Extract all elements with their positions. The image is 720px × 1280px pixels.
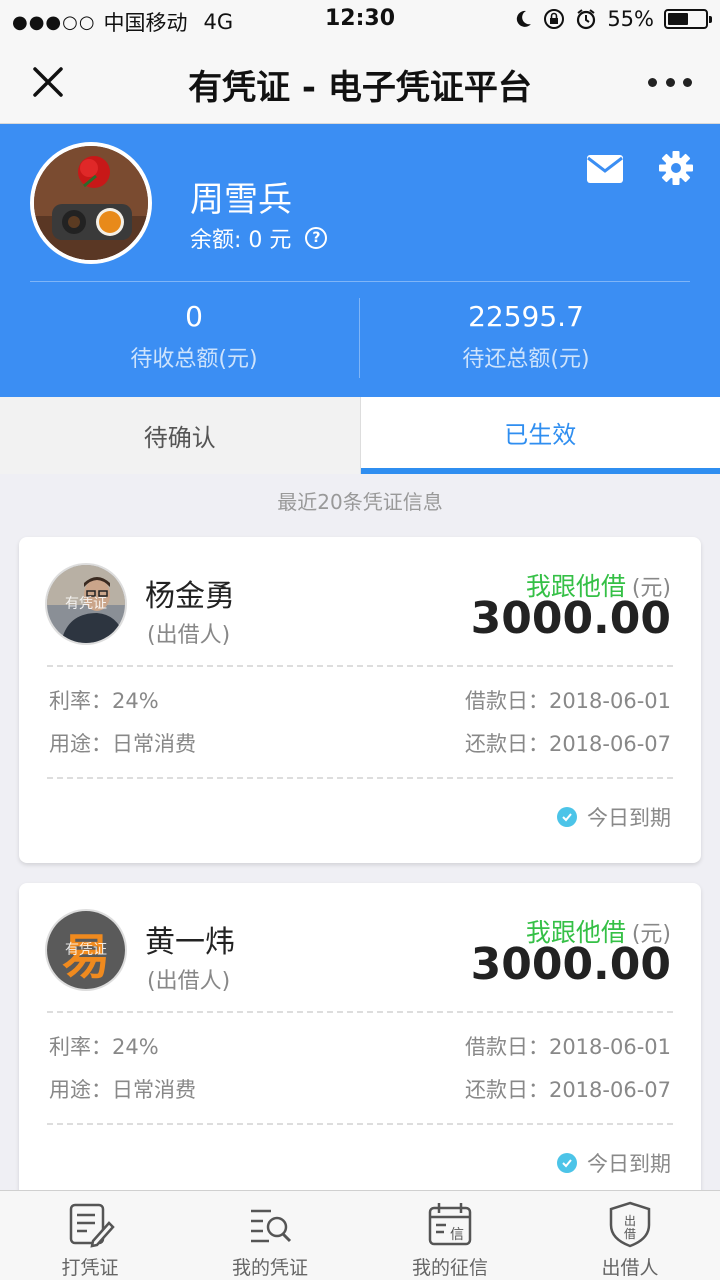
divider (47, 665, 673, 667)
tab-bar: 待确认 已生效 (0, 397, 720, 474)
interest-rate: 利率：24% (49, 1035, 159, 1059)
divider (47, 777, 673, 779)
tab-effective[interactable]: 已生效 (360, 397, 720, 474)
receivable-value: 0 (185, 300, 203, 333)
status-right: 55% (513, 7, 712, 31)
lender-role: (出借人) (147, 969, 231, 994)
nav-label: 打凭证 (61, 1257, 119, 1279)
tab-pending[interactable]: 待确认 (0, 397, 361, 474)
divider (47, 1123, 673, 1125)
stat-payable[interactable]: 22595.7 待还总额(元) (346, 300, 706, 373)
nav-bar: 有凭证 - 电子凭证平台 (0, 40, 720, 124)
due-text: 今日到期 (587, 806, 671, 830)
bottom-nav: 打凭证 我的凭证 信 我的征信 出 借 出借人 (0, 1190, 720, 1280)
nav-label: 出借人 (601, 1257, 659, 1279)
stat-receivable[interactable]: 0 待收总额(元) (14, 300, 374, 373)
repay-date: 还款日：2018-06-07 (464, 732, 671, 756)
balance-text: 余额: 0 元 (190, 228, 292, 253)
due-status: 今日到期 (557, 1148, 671, 1178)
page-title: 有凭证 - 电子凭证平台 (188, 68, 532, 108)
battery-percent: 55% (607, 7, 654, 31)
payable-label: 待还总额(元) (462, 347, 590, 372)
loan-purpose: 用途：日常消费 (49, 732, 196, 756)
write-voucher-icon (69, 1203, 115, 1248)
status-bar: ●●●○○ 中国移动 4G 12:30 55% (0, 0, 720, 40)
due-status: 今日到期 (557, 802, 671, 832)
balance-row: 余额: 0 元 ? (190, 222, 328, 254)
loan-date: 借款日：2018-06-01 (464, 1035, 671, 1059)
svg-text:出: 出 (624, 1214, 636, 1228)
user-name: 周雪兵 (190, 180, 292, 220)
check-icon (557, 1153, 577, 1173)
moon-icon (517, 10, 532, 27)
nav-item-my-vouchers[interactable]: 我的凭证 (180, 1191, 360, 1280)
receivable-label: 待收总额(元) (130, 347, 258, 372)
lender-shield-icon: 出 借 (609, 1201, 651, 1248)
lender-name: 黄一炜 (145, 925, 235, 960)
nav-item-write-voucher[interactable]: 打凭证 (0, 1191, 180, 1280)
due-text: 今日到期 (587, 1152, 671, 1176)
more-menu-icon[interactable] (648, 64, 692, 100)
voucher-card[interactable]: 易 有凭证 黄一炜 (出借人) 我跟他借 (元) 3000.00 利率：24% 借… (19, 883, 701, 1209)
voucher-search-icon (251, 1209, 292, 1243)
loan-amount: 3000.00 (470, 939, 671, 990)
payable-value: 22595.7 (468, 300, 584, 333)
nav-label: 我的征信 (411, 1257, 488, 1279)
check-icon (557, 807, 577, 827)
lender-name: 杨金勇 (145, 579, 235, 614)
gear-icon[interactable] (658, 150, 694, 186)
avatar-image (34, 146, 148, 260)
header-divider (30, 281, 690, 282)
avatar[interactable] (30, 142, 152, 264)
svg-text:借: 借 (624, 1227, 636, 1241)
profile-header: 周雪兵 余额: 0 元 ? 0 待收总额(元) 22595.7 待还总额(元) (0, 124, 720, 397)
battery-level (668, 13, 688, 25)
alarm-icon (577, 9, 596, 30)
loan-amount: 3000.00 (470, 593, 671, 644)
voucher-card[interactable]: 有凭证 杨金勇 (出借人) 我跟他借 (元) 3000.00 利率：24% 借款日… (19, 537, 701, 863)
lender-avatar: 有凭证 (47, 565, 125, 643)
loan-purpose: 用途：日常消费 (49, 1078, 196, 1102)
avatar-watermark: 有凭证 (65, 942, 107, 958)
divider (47, 1011, 673, 1013)
mail-icon[interactable] (586, 154, 624, 184)
loan-date: 借款日：2018-06-01 (464, 689, 671, 713)
lender-avatar: 易 有凭证 (47, 911, 125, 989)
interest-rate: 利率：24% (49, 689, 159, 713)
nav-item-lender[interactable]: 出 借 出借人 (540, 1191, 720, 1280)
nav-label: 我的凭证 (231, 1257, 308, 1279)
help-icon[interactable]: ? (305, 227, 328, 249)
rotation-lock-icon (544, 9, 565, 29)
svg-text:信: 信 (450, 1227, 464, 1243)
nav-item-my-credit[interactable]: 信 我的征信 (360, 1191, 540, 1280)
avatar-watermark: 有凭证 (65, 596, 107, 612)
battery-icon (664, 9, 712, 29)
repay-date: 还款日：2018-06-07 (464, 1078, 671, 1102)
credit-calendar-icon: 信 (428, 1203, 472, 1246)
lender-role: (出借人) (147, 623, 231, 648)
section-note: 最近20条凭证信息 (277, 490, 443, 514)
